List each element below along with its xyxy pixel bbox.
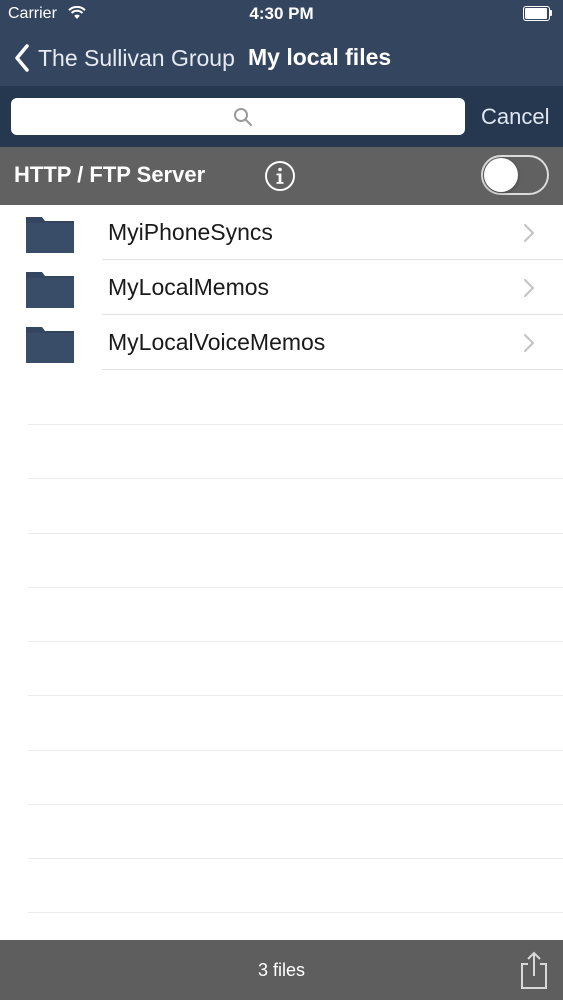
file-count: 3 files bbox=[257, 960, 306, 980]
chevron-right-icon bbox=[523, 223, 535, 243]
empty-row-divider bbox=[28, 587, 563, 588]
empty-row-divider bbox=[28, 533, 563, 534]
navigation-bar: The Sullivan Group My local files bbox=[0, 30, 563, 86]
empty-row-divider bbox=[28, 478, 563, 479]
list-item[interactable]: MyiPhoneSyncs bbox=[0, 205, 563, 260]
server-toggle[interactable] bbox=[481, 155, 549, 195]
folder-icon bbox=[26, 217, 74, 253]
empty-row-divider bbox=[28, 695, 563, 696]
chevron-right-icon bbox=[523, 333, 535, 353]
bottom-toolbar: 3 files bbox=[0, 940, 563, 1000]
back-button[interactable]: The Sullivan Group bbox=[14, 40, 235, 76]
toggle-knob bbox=[484, 158, 518, 192]
folder-icon bbox=[26, 272, 74, 308]
file-name: MyLocalMemos bbox=[108, 274, 270, 300]
chevron-left-icon bbox=[15, 44, 29, 72]
empty-row-divider bbox=[28, 641, 563, 642]
folder-icon bbox=[26, 327, 74, 363]
info-icon[interactable] bbox=[264, 160, 296, 192]
search-field[interactable] bbox=[11, 98, 469, 137]
chevron-right-icon bbox=[523, 278, 535, 298]
empty-row-divider bbox=[28, 424, 563, 425]
empty-row-divider bbox=[28, 858, 563, 859]
file-name: MyiPhoneSyncs bbox=[108, 219, 273, 245]
cancel-button[interactable]: Cancel bbox=[481, 104, 549, 130]
empty-row-divider bbox=[28, 804, 563, 805]
server-row: HTTP / FTP Server bbox=[0, 147, 563, 205]
file-list: MyiPhoneSyncs MyLocalMemos MyLocalVoiceM… bbox=[0, 205, 563, 940]
status-bar: Carrier 4:30 PM bbox=[0, 0, 563, 30]
search-bar: Cancel bbox=[0, 86, 563, 147]
search-input[interactable] bbox=[11, 98, 469, 137]
list-item[interactable]: MyLocalMemos bbox=[0, 260, 563, 315]
list-item[interactable]: MyLocalVoiceMemos bbox=[0, 315, 563, 370]
page-title: My local files bbox=[248, 44, 392, 70]
battery-icon bbox=[523, 6, 553, 21]
server-label: HTTP / FTP Server bbox=[14, 162, 206, 187]
empty-row-divider bbox=[28, 750, 563, 751]
header: Carrier 4:30 PM The Sullivan Group My lo… bbox=[0, 0, 563, 147]
share-icon[interactable] bbox=[518, 950, 550, 990]
empty-row-divider bbox=[28, 912, 563, 913]
file-name: MyLocalVoiceMemos bbox=[108, 329, 326, 355]
status-time: 4:30 PM bbox=[249, 4, 314, 23]
row-divider bbox=[102, 369, 563, 370]
back-button-label: The Sullivan Group bbox=[38, 44, 235, 71]
